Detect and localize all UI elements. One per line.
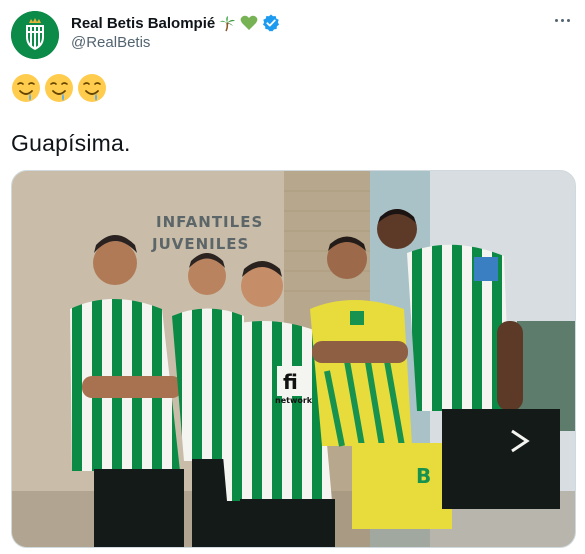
sponsor-text: network (275, 396, 313, 405)
tweet-media-photo[interactable]: INFANTILES JUVENILES fi network B (11, 170, 576, 548)
more-options-icon-dot (566, 18, 570, 22)
more-options-icon-dot (560, 18, 564, 22)
drooling-face-emoji-icon (45, 74, 73, 102)
drooling-face-emoji-icon (78, 74, 106, 102)
more-options-button[interactable] (549, 10, 575, 30)
author-name-row[interactable]: Real Betis Balompié (71, 13, 280, 33)
display-name[interactable]: Real Betis Balompié (71, 15, 215, 32)
club-crest-icon (11, 11, 59, 59)
wall-sign-line-2: JUVENILES (151, 235, 249, 253)
tweet-emoji-line (11, 72, 107, 104)
wall-sign-line-1: INFANTILES (156, 213, 263, 231)
drooling-face-emoji-icon (12, 74, 40, 102)
sponsor-logo: fi (283, 370, 298, 394)
more-options-icon (554, 18, 558, 22)
palm-tree-emoji-icon (219, 15, 236, 32)
svg-text:B: B (416, 464, 431, 488)
avatar[interactable] (11, 11, 59, 59)
tweet-text: Guapísima. (11, 130, 131, 156)
verified-badge-icon[interactable] (262, 14, 280, 32)
green-heart-emoji-icon (240, 15, 258, 31)
user-handle[interactable]: @RealBetis (71, 34, 150, 51)
team-kit-photo: INFANTILES JUVENILES fi network B (12, 171, 575, 547)
